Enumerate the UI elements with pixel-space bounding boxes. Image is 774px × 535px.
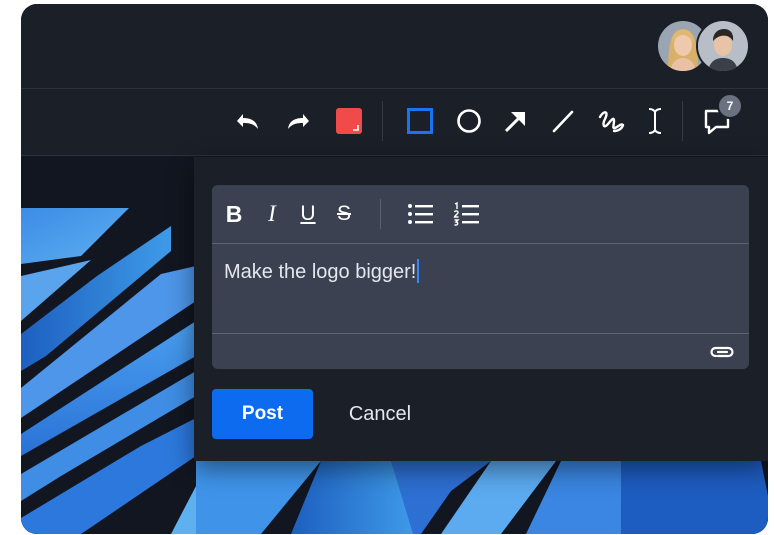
comments-count-badge: 7 <box>717 93 743 119</box>
numbered-list-icon <box>453 202 479 226</box>
bold-button[interactable]: B <box>222 199 246 229</box>
toolbar-divider <box>382 101 383 141</box>
text-cursor-icon <box>648 108 662 134</box>
italic-button[interactable]: I <box>260 199 284 229</box>
comment-editor: B I U S Make the logo bigger! <box>212 185 749 369</box>
undo-icon <box>237 114 258 129</box>
arrow-icon <box>504 112 525 133</box>
comments-button[interactable]: 7 <box>699 93 743 139</box>
arrow-tool[interactable] <box>497 103 533 139</box>
collaborator-avatars <box>656 19 750 73</box>
strikethrough-button[interactable]: S <box>332 199 356 229</box>
drawing-toolbar: 7 <box>21 89 768 156</box>
format-toolbar: B I U S <box>212 185 749 244</box>
line-icon <box>552 110 574 133</box>
circle-icon <box>457 109 481 133</box>
bullet-list-button[interactable] <box>406 199 436 229</box>
top-bar <box>21 4 768 89</box>
rectangle-icon <box>407 108 433 134</box>
freehand-icon <box>598 111 625 133</box>
comment-popover: B I U S Make the logo bigger! Post Cance… <box>194 157 768 461</box>
text-caret <box>417 258 420 283</box>
redo-icon <box>288 114 309 129</box>
rectangle-tool[interactable] <box>402 103 438 139</box>
redo-button[interactable] <box>281 103 317 139</box>
bold-icon: B <box>225 200 243 227</box>
underline-icon: U <box>300 202 316 225</box>
comment-text-input[interactable]: Make the logo bigger! <box>224 257 737 287</box>
post-button[interactable]: Post <box>212 389 313 439</box>
undo-button[interactable] <box>229 103 265 139</box>
format-divider <box>380 199 381 229</box>
avatar[interactable] <box>696 19 750 73</box>
comment-text: Make the logo bigger! <box>224 261 417 283</box>
attach-button[interactable] <box>709 340 735 364</box>
paperclip-icon <box>710 346 734 358</box>
color-swatch-icon <box>336 108 362 134</box>
strikethrough-icon: S <box>336 202 351 225</box>
numbered-list-button[interactable] <box>452 199 482 229</box>
app-window: 7 B I U S Make the logo bigger! Post Can… <box>21 4 768 534</box>
circle-tool[interactable] <box>451 103 487 139</box>
line-tool[interactable] <box>545 103 581 139</box>
text-tool[interactable] <box>637 103 673 139</box>
avatar-man-icon <box>698 21 748 71</box>
color-picker-button[interactable] <box>331 103 367 139</box>
italic-icon: I <box>268 201 276 226</box>
freehand-tool[interactable] <box>593 103 629 139</box>
bullet-list-icon <box>408 204 433 224</box>
toolbar-divider <box>682 101 683 141</box>
underline-button[interactable]: U <box>296 199 320 229</box>
cancel-button[interactable]: Cancel <box>330 389 430 439</box>
editor-footer <box>212 333 749 369</box>
